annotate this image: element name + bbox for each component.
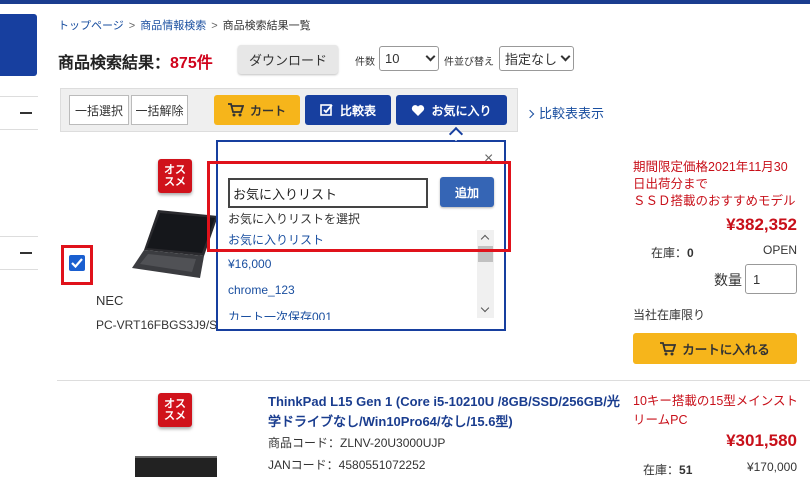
cart-icon xyxy=(227,103,244,117)
favorite-button-label: お気に入り xyxy=(431,103,492,118)
promo-text: 期間限定価格2021年11月30 日出荷分まで ＳＳＤ搭載のおすすめモデル xyxy=(633,159,796,210)
promo-line: ＳＳＤ搭載のおすすめモデル xyxy=(633,194,796,208)
sort-value: 指定なし xyxy=(505,52,558,67)
recommend-badge: オス スメ xyxy=(158,159,192,193)
sidebar-collapse-toggle[interactable] xyxy=(0,236,38,270)
breadcrumb: トップページ > 商品情報検索 > 商品検索結果一覧 xyxy=(58,20,311,32)
compare-link-label: 比較表表示 xyxy=(539,106,605,121)
deselect-all-button[interactable]: 一括解除 xyxy=(131,95,188,125)
cart-icon xyxy=(660,341,677,355)
product-price: ¥382,352 xyxy=(726,215,797,234)
count-select[interactable]: 10 xyxy=(379,46,439,71)
popup-highlight xyxy=(207,161,511,252)
stock-info: 在庫：0 xyxy=(651,244,694,261)
heart-icon xyxy=(412,104,425,116)
compare-table-link[interactable]: 比較表表示 xyxy=(525,103,605,122)
product-code-value: ZLNV-20U3000UJP xyxy=(340,436,446,450)
promo-line: 日出荷分まで xyxy=(633,177,709,191)
chevron-down-icon xyxy=(425,51,436,62)
stock-count: 51 xyxy=(679,463,693,477)
product-divider xyxy=(57,380,810,381)
stock-label: 在庫： xyxy=(651,246,688,260)
page-title: 商品検索結果：875件 xyxy=(58,49,213,73)
compare-button[interactable]: 比較表 xyxy=(305,95,391,125)
favorite-button[interactable]: お気に入り xyxy=(396,95,507,125)
sidebar-collapse-toggle[interactable] xyxy=(0,96,38,130)
quantity-label: 数量 xyxy=(714,272,742,288)
quantity-input[interactable]: 1 xyxy=(745,264,797,294)
stock-label: 在庫： xyxy=(643,463,680,477)
product-code-label: 商品コード： xyxy=(268,436,341,450)
favorite-list-item[interactable]: chrome_123 xyxy=(228,283,295,297)
result-count: 875件 xyxy=(170,55,213,72)
product-image[interactable] xyxy=(135,456,217,477)
minus-icon xyxy=(20,252,32,254)
stock-note: 当社在庫限り xyxy=(633,308,706,322)
scroll-down-icon[interactable] xyxy=(480,303,490,313)
count-value: 10 xyxy=(385,51,400,66)
promo-line: 期間限定価格2021年11月30 xyxy=(633,160,788,174)
promo-line: リームPC xyxy=(633,413,688,427)
sidebar-tab[interactable] xyxy=(0,14,37,76)
breadcrumb-top-link[interactable]: トップページ xyxy=(58,20,124,32)
cart-button-label: カート xyxy=(249,103,286,118)
product-model[interactable]: PC-VRT16FBGS3J9/S xyxy=(96,318,218,332)
download-button[interactable]: ダウンロード xyxy=(238,45,338,74)
chevron-right-icon xyxy=(525,109,535,119)
title-label: 商品検索結果： xyxy=(58,55,171,72)
breadcrumb-current: 商品検索結果一覧 xyxy=(222,20,311,32)
count-label: 件数 xyxy=(355,57,375,68)
add-to-cart-button[interactable]: カートに入れる xyxy=(633,333,797,364)
recommend-badge: オス スメ xyxy=(158,393,192,427)
sort-select[interactable]: 指定なし xyxy=(499,46,574,71)
list-price: ¥170,000 xyxy=(746,460,797,474)
sort-label: 件並び替え xyxy=(444,57,494,68)
stock-info: 在庫：51 xyxy=(643,461,692,478)
product-select-checkbox[interactable] xyxy=(69,255,85,271)
product-price: ¥301,580 xyxy=(726,431,797,450)
select-all-button[interactable]: 一括選択 xyxy=(69,95,129,125)
check-icon xyxy=(71,258,83,268)
top-border xyxy=(0,0,810,4)
edit-check-icon xyxy=(320,104,333,116)
stock-count: 0 xyxy=(687,246,694,260)
product-maker: NEC xyxy=(96,293,124,308)
product-code: 商品コード：ZLNV-20U3000UJP xyxy=(268,434,445,451)
product-title-link[interactable]: ThinkPad L15 Gen 1 (Core i5-10210U /8GB/… xyxy=(268,392,620,432)
jan-code: JANコード：4580551072252 xyxy=(268,456,425,473)
minus-icon xyxy=(20,112,32,114)
toolbar: 一括選択 一括解除 カート 比較表 お気に入り xyxy=(60,88,518,132)
promo-text: 10キー搭載の15型メインスト リームPC xyxy=(633,392,798,430)
promo-line: 10キー搭載の15型メインスト xyxy=(633,394,799,408)
add-to-cart-label: カートに入れる xyxy=(682,343,770,357)
favorite-list-item[interactable]: ¥16,000 xyxy=(228,257,271,271)
cart-button[interactable]: カート xyxy=(214,95,300,125)
jan-code-label: JANコード： xyxy=(268,458,339,472)
open-price-label: OPEN xyxy=(762,243,797,257)
favorite-list-item[interactable]: カート一次保存001 xyxy=(228,308,332,320)
breadcrumb-search-link[interactable]: 商品情報検索 xyxy=(140,20,206,32)
chevron-down-icon xyxy=(560,51,571,62)
jan-code-value: 4580551072252 xyxy=(338,458,426,472)
compare-button-label: 比較表 xyxy=(339,103,376,118)
